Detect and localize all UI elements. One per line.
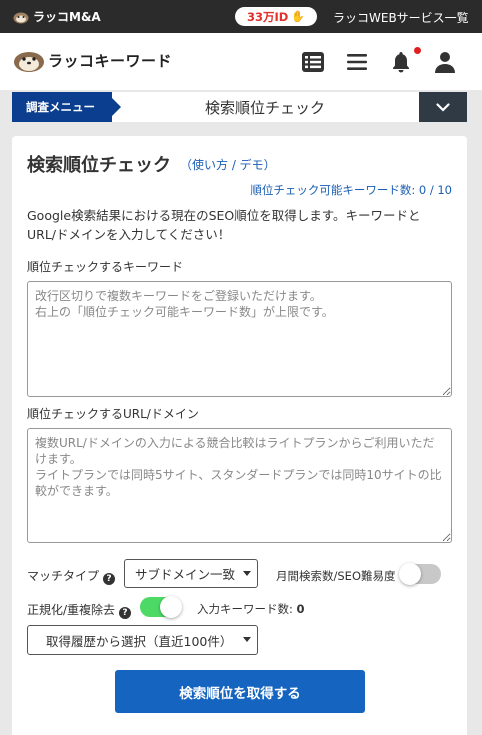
- url-textarea[interactable]: [27, 428, 452, 543]
- menu-icon[interactable]: [345, 50, 369, 74]
- history-select-value: 取得履歴から選択（直近100件）: [46, 633, 233, 649]
- options-row: マッチタイプ? サブドメイン一致 月間検索数/SEO難易度: [27, 559, 452, 589]
- keyword-count: 入力キーワード数: 0: [197, 601, 305, 617]
- normalize-text: 正規化/重複除去: [27, 603, 116, 617]
- description: Google検索結果における現在のSEO順位を取得します。キーワードとURL/ド…: [27, 208, 421, 242]
- list-icon[interactable]: [301, 50, 325, 74]
- services-link[interactable]: ラッコWEBサービス一覧: [333, 9, 469, 26]
- rank-check-card: 検索順位チェック （使い方 / デモ） 順位チェック可能キーワード数: 0 / …: [12, 136, 467, 735]
- match-type-select[interactable]: サブドメイン一致: [124, 559, 258, 588]
- keyword-textarea[interactable]: [27, 281, 452, 397]
- match-type-text: マッチタイプ: [27, 569, 100, 583]
- notification-dot: [414, 47, 421, 54]
- help-icon[interactable]: ?: [103, 573, 116, 585]
- logo[interactable]: ラッコキーワード: [13, 47, 172, 73]
- match-type-value: サブドメイン一致: [135, 567, 236, 582]
- logo-text: ラッコキーワード: [48, 51, 173, 70]
- id-count-pill[interactable]: 33万ID ✋: [235, 7, 317, 26]
- page-title: 検索順位チェック: [27, 155, 171, 176]
- caret-down-icon: [243, 637, 251, 642]
- menu-current-title[interactable]: 検索順位チェック: [112, 92, 418, 122]
- chevron-down-icon: [436, 102, 450, 112]
- brand-label: ラッコM&A: [33, 10, 101, 24]
- top-bar: ラッコM&A 33万ID ✋ ラッコWEBサービス一覧: [0, 0, 482, 33]
- user-icon[interactable]: [433, 50, 457, 74]
- menu-dropdown-button[interactable]: [419, 92, 467, 122]
- caret-down-icon: [243, 571, 251, 576]
- toggle-knob: [160, 596, 182, 618]
- keyword-count-label: 入力キーワード数:: [197, 602, 297, 616]
- menu-bar: 調査メニュー 検索順位チェック: [12, 92, 467, 122]
- howto-link[interactable]: （使い方 / デモ）: [180, 156, 276, 173]
- keyword-count-value: 0: [296, 602, 305, 616]
- volume-difficulty-toggle[interactable]: [399, 563, 441, 585]
- bell-icon[interactable]: [389, 50, 413, 74]
- toggle-knob: [399, 563, 421, 585]
- survey-menu-tag: 調査メニュー: [12, 92, 121, 122]
- otter-logo-icon: [13, 12, 29, 23]
- history-select[interactable]: 取得履歴から選択（直近100件）: [27, 625, 258, 655]
- volume-difficulty-label: 月間検索数/SEO難易度: [276, 569, 396, 583]
- normalize-row: 正規化/重複除去? 入力キーワード数: 0: [27, 596, 452, 621]
- keyword-label: 順位チェックするキーワード: [27, 260, 184, 274]
- get-rank-button[interactable]: 検索順位を取得する: [115, 670, 365, 713]
- hand-icon: ✋: [291, 10, 306, 23]
- otter-logo-icon: [14, 52, 44, 72]
- keyword-quota: 順位チェック可能キーワード数: 0 / 10: [250, 183, 452, 197]
- header: ラッコキーワード: [0, 33, 482, 90]
- normalize-toggle[interactable]: [140, 596, 182, 618]
- match-type-label: マッチタイプ?: [27, 567, 116, 585]
- help-icon[interactable]: ?: [119, 607, 132, 619]
- id-count-label: 33万ID: [246, 9, 289, 24]
- brand-link[interactable]: ラッコM&A: [13, 8, 101, 25]
- url-label: 順位チェックするURL/ドメイン: [27, 407, 199, 421]
- normalize-label: 正規化/重複除去?: [27, 601, 132, 619]
